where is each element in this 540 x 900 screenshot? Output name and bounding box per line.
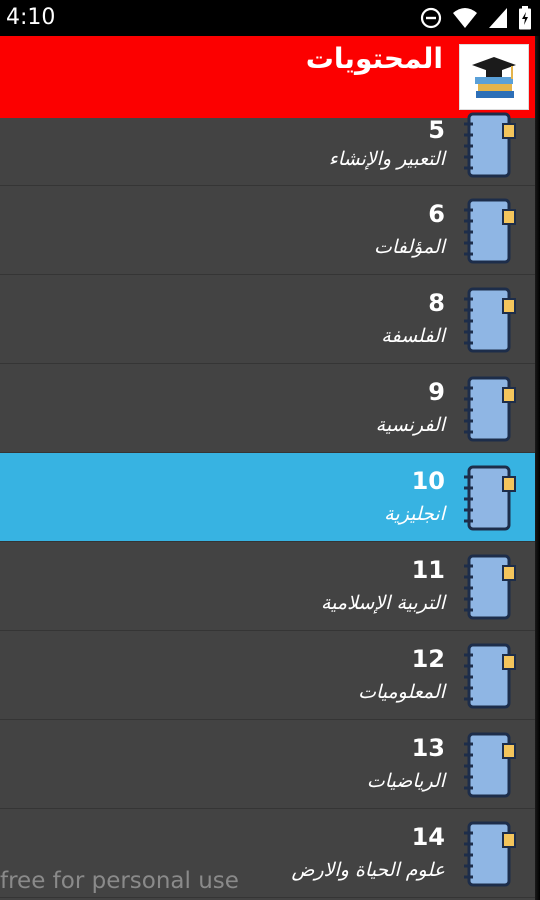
wifi-icon xyxy=(453,8,477,28)
item-label: الفرنسية xyxy=(375,414,445,436)
list-item[interactable]: 8 الفلسفة xyxy=(0,275,535,364)
page-title: المحتويات xyxy=(305,42,443,75)
item-number: 11 xyxy=(411,556,445,584)
item-label: علوم الحياة والارض xyxy=(291,859,445,881)
notebook-icon xyxy=(464,554,516,620)
status-bar: 4:10 xyxy=(0,0,540,36)
item-label: التربية الإسلامية xyxy=(320,592,445,614)
graduation-books-icon xyxy=(459,44,529,110)
signal-icon xyxy=(489,8,507,28)
status-time: 4:10 xyxy=(6,5,56,30)
item-number: 13 xyxy=(411,734,445,762)
list-item[interactable]: 11 التربية الإسلامية xyxy=(0,542,535,631)
notebook-icon xyxy=(464,112,516,178)
item-number: 10 xyxy=(411,467,445,495)
status-icons xyxy=(420,6,532,30)
notebook-icon xyxy=(464,732,516,798)
item-number: 6 xyxy=(428,200,445,228)
item-label: التعبير والإنشاء xyxy=(328,148,445,170)
list-item[interactable]: 9 الفرنسية xyxy=(0,364,535,453)
item-label: المعلوميات xyxy=(358,681,445,703)
battery-icon xyxy=(519,6,531,30)
watermark: free for personal use xyxy=(0,868,239,894)
drawer-header: المحتويات xyxy=(0,36,535,118)
item-number: 12 xyxy=(411,645,445,673)
item-label: الرياضيات xyxy=(366,770,445,792)
list-item[interactable]: 6 المؤلفات xyxy=(0,186,535,275)
item-label: المؤلفات xyxy=(374,236,445,258)
list-item[interactable]: 5 التعبير والإنشاء xyxy=(0,112,535,186)
notebook-icon xyxy=(464,198,516,264)
contents-list: 5 التعبير والإنشاء 6 المؤلفات 8 الفلسفة xyxy=(0,112,535,898)
notebook-icon xyxy=(464,287,516,353)
drawer-shadow xyxy=(535,36,540,900)
notebook-icon xyxy=(464,821,516,887)
item-number: 8 xyxy=(428,289,445,317)
list-item[interactable]: 12 المعلوميات xyxy=(0,631,535,720)
item-number: 14 xyxy=(411,823,445,851)
item-number: 9 xyxy=(428,378,445,406)
item-label: انجليزية xyxy=(384,503,445,525)
item-number: 5 xyxy=(428,116,445,144)
item-label: الفلسفة xyxy=(381,325,445,347)
notebook-icon xyxy=(464,465,516,531)
dnd-icon xyxy=(420,7,442,29)
navigation-drawer: المحتويات 5 التعبير والإنشاء 6 المؤلفات … xyxy=(0,36,535,900)
list-item[interactable]: 13 الرياضيات xyxy=(0,720,535,809)
notebook-icon xyxy=(464,376,516,442)
list-item-selected[interactable]: 10 انجليزية xyxy=(0,453,535,542)
notebook-icon xyxy=(464,643,516,709)
